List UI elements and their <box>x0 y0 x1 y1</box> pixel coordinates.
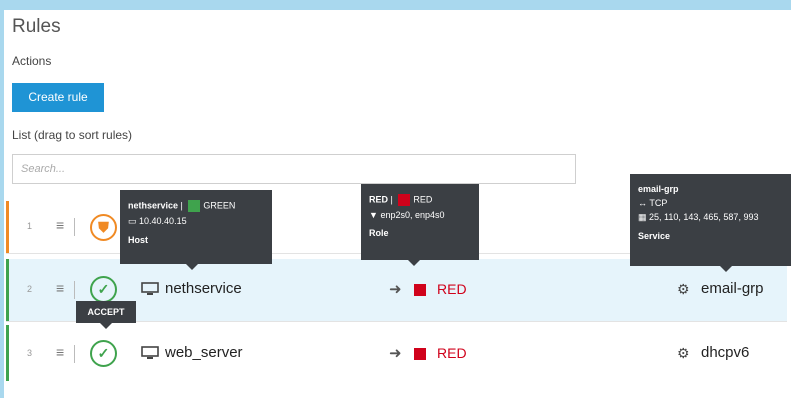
list-label: List (drag to sort rules) <box>12 128 133 142</box>
source-label[interactable]: nethservice <box>165 280 242 297</box>
red-zone-icon <box>414 348 426 360</box>
arrow-right-icon: ➜ <box>389 345 402 362</box>
drag-handle-icon[interactable]: ≡ <box>56 217 64 233</box>
create-rule-button[interactable]: Create rule <box>12 83 104 112</box>
protocol-icon: ↔ <box>638 198 647 208</box>
drag-handle-icon[interactable]: ≡ <box>56 280 64 296</box>
tooltip-host-zone: GREEN <box>203 200 236 211</box>
green-zone-icon <box>188 200 201 212</box>
red-zone-icon <box>398 194 411 206</box>
tooltip-caret <box>100 323 112 329</box>
tooltip-host-type: Host <box>128 235 148 245</box>
tooltip-caret <box>408 260 420 266</box>
drag-handle-icon[interactable]: ≡ <box>56 344 64 360</box>
monitor-icon: ▭ <box>128 216 137 226</box>
tooltip-host-name: nethservice <box>128 200 179 211</box>
tooltip-role-zone: RED <box>413 194 433 205</box>
arrow-right-icon: ➜ <box>389 281 402 298</box>
row-divider <box>74 345 75 363</box>
service-gears-icon: ⚙ <box>677 281 690 297</box>
red-zone-icon <box>414 284 426 296</box>
reject-shield-icon[interactable]: ⛊ <box>90 214 117 241</box>
tooltip-caret <box>720 266 732 272</box>
rule-number: 1 <box>27 221 33 231</box>
rule-row-3[interactable]: 3 ≡ ✓ web_server ➜ RED ⚙ dhcpv6 <box>6 325 787 381</box>
page-background: Rules Actions Create rule List (drag to … <box>0 0 791 398</box>
host-monitor-icon <box>141 346 159 359</box>
destination-label[interactable]: RED <box>437 345 467 361</box>
tooltip-service-protocol: TCP <box>649 198 668 208</box>
tooltip-service-type: Service <box>638 231 671 241</box>
host-tooltip: nethservice | GREEN ▭ 10.40.40.15 Host <box>120 190 272 270</box>
destination-label[interactable]: RED <box>437 281 467 297</box>
page-title: Rules <box>12 16 61 37</box>
ports-icon: ▦ <box>638 212 647 222</box>
accept-check-icon[interactable]: ✓ <box>90 340 117 367</box>
row-divider <box>74 218 75 236</box>
service-gears-icon: ⚙ <box>677 345 690 361</box>
accept-tooltip: ACCEPT <box>76 301 136 329</box>
role-tooltip: RED | RED ▼ enp2s0, enp4s0 Role <box>361 184 479 266</box>
tooltip-service-name: email-grp <box>638 184 679 194</box>
tooltip-host-ip: 10.40.40.15 <box>139 216 187 226</box>
host-monitor-icon <box>141 282 159 295</box>
rule-number: 3 <box>27 348 33 358</box>
actions-label: Actions <box>12 54 52 68</box>
tooltip-role-type: Role <box>369 228 389 238</box>
search-input[interactable] <box>12 154 576 184</box>
service-label[interactable]: dhcpv6 <box>701 344 749 361</box>
row-divider <box>74 281 75 299</box>
tooltip-role-name: RED <box>369 194 389 205</box>
tooltip-accept-label: ACCEPT <box>87 307 125 317</box>
service-label[interactable]: email-grp <box>701 280 764 297</box>
tooltip-role-interfaces: enp2s0, enp4s0 <box>380 210 445 220</box>
service-tooltip: email-grp ↔ TCP ▦ 25, 110, 143, 465, 587… <box>630 174 791 272</box>
rule-number: 2 <box>27 284 33 294</box>
source-label[interactable]: web_server <box>165 344 243 361</box>
tooltip-caret <box>186 264 198 270</box>
interface-icon: ▼ <box>369 210 378 220</box>
accept-check-icon[interactable]: ✓ <box>90 276 117 303</box>
tooltip-service-ports: 25, 110, 143, 465, 587, 993 <box>649 212 759 222</box>
